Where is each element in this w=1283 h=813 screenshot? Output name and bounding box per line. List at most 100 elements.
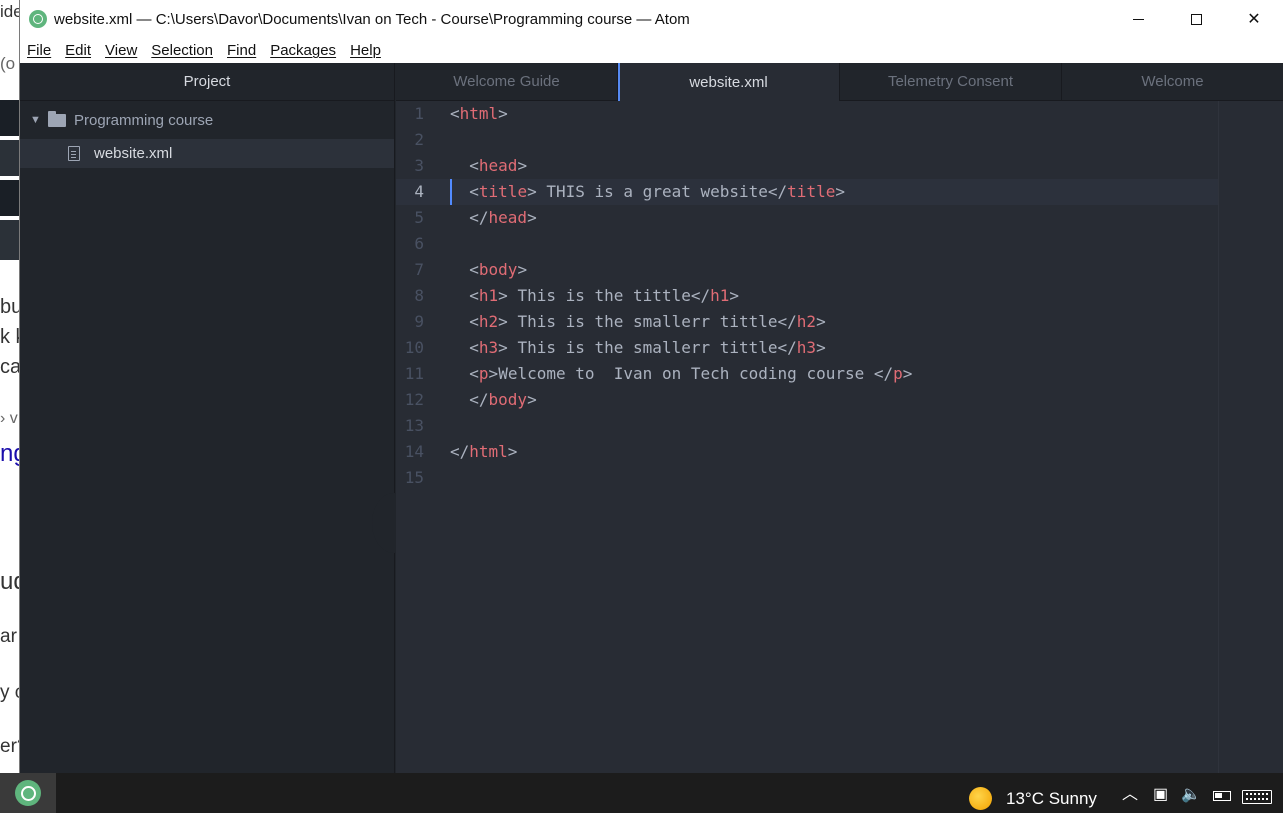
line-number: 8	[414, 286, 424, 305]
code-line[interactable]: 13	[396, 413, 1218, 439]
line-number: 4	[414, 182, 424, 201]
line-number: 5	[414, 208, 424, 227]
menu-help[interactable]: Help	[350, 42, 381, 59]
line-number: 2	[414, 130, 424, 149]
line-number: 13	[404, 416, 424, 435]
bg-text-fragment: ar	[0, 626, 17, 647]
maximize-button[interactable]	[1167, 0, 1225, 38]
menu-view[interactable]: View	[105, 42, 137, 59]
bg-text-fragment: cat	[0, 356, 19, 378]
code-line-text: <p>Welcome to Ivan on Tech coding course…	[469, 364, 913, 383]
atom-window: website.xml — C:\Users\Davor\Documents\I…	[19, 0, 1283, 773]
close-icon: ✕	[1247, 11, 1261, 28]
menu-bar: File Edit View Selection Find Packages H…	[20, 38, 1283, 63]
touch-keyboard-icon[interactable]	[1242, 790, 1272, 804]
bg-text-fragment: ide	[0, 2, 19, 21]
window-title: website.xml — C:\Users\Davor\Documents\I…	[54, 10, 690, 28]
battery-icon[interactable]	[1213, 791, 1231, 801]
file-text-icon	[68, 146, 80, 161]
code-line-text: <body>	[469, 260, 528, 279]
code-line[interactable]: 12 </body>	[396, 387, 1218, 413]
tab-website-xml[interactable]: website.xml	[618, 63, 840, 101]
code-line-text: <h3> This is the smallerr tittle</h3>	[469, 338, 826, 357]
code-line[interactable]: 6	[396, 231, 1218, 257]
bg-link-fragment[interactable]: ng	[0, 440, 19, 468]
line-number: 14	[404, 442, 424, 461]
bg-thumbnail	[0, 100, 19, 136]
code-line[interactable]: 3 <head>	[396, 153, 1218, 179]
volume-icon[interactable]: 🔈	[1181, 785, 1201, 805]
code-line[interactable]: 1 <html>	[396, 101, 1218, 127]
line-number: 12	[404, 390, 424, 409]
line-number: 7	[414, 260, 424, 279]
tab-telemetry-consent[interactable]: Telemetry Consent	[840, 63, 1062, 101]
bg-text-fragment: ud	[0, 568, 19, 595]
code-line-text: <h2> This is the smallerr tittle</h2>	[469, 312, 826, 331]
tree-view-header[interactable]: Project	[20, 63, 394, 101]
bg-thumbnail	[0, 180, 19, 216]
meet-now-icon[interactable]: ▣	[1153, 785, 1168, 805]
code-line[interactable]: 5 </head>	[396, 205, 1218, 231]
text-cursor	[450, 179, 452, 205]
code-editor[interactable]: 1 <html> 2 3 <head> 4 <title> THIS is a grea…	[396, 101, 1283, 773]
bg-text-fragment: › v	[0, 410, 18, 427]
line-number: 1	[414, 104, 424, 123]
line-number: 11	[404, 364, 424, 383]
code-line[interactable]: 10 <h3> This is the smallerr tittle</h3>	[396, 335, 1218, 361]
line-number: 15	[404, 468, 424, 487]
menu-find[interactable]: Find	[227, 42, 256, 59]
code-line-text: </head>	[469, 208, 537, 227]
code-line[interactable]: 2	[396, 127, 1218, 153]
bg-thumbnail	[0, 140, 19, 176]
bg-text-fragment: (o	[0, 54, 16, 73]
folder-icon	[48, 110, 66, 127]
code-line[interactable]: 9 <h2> This is the smallerr tittle</h2>	[396, 309, 1218, 335]
code-line-text: </html>	[450, 442, 518, 461]
minimize-icon	[1132, 18, 1144, 20]
tab-bar: Welcome Guide website.xml Telemetry Cons…	[396, 63, 1283, 101]
tree-folder-programming-course[interactable]: ▼ Programming course	[20, 106, 394, 134]
background-browser-page: ide (o bu k k cat › v ng ud ar y c er?	[0, 0, 19, 773]
bg-thumbnail	[0, 220, 19, 260]
menu-selection[interactable]: Selection	[151, 42, 213, 59]
editor-pane: Welcome Guide website.xml Telemetry Cons…	[396, 63, 1283, 773]
code-line-text: <title> THIS is a great website</title>	[469, 182, 845, 201]
tab-welcome[interactable]: Welcome	[1062, 63, 1283, 101]
menu-file[interactable]: File	[27, 42, 51, 59]
chevron-up-icon[interactable]: ︿	[1122, 785, 1138, 805]
line-number: 9	[414, 312, 424, 331]
tab-welcome-guide[interactable]: Welcome Guide	[396, 63, 618, 101]
code-line[interactable]: 4 <title> THIS is a great website</title…	[396, 179, 1218, 205]
code-line-text: <h1> This is the tittle</h1>	[469, 286, 740, 305]
bg-text-fragment: bu	[0, 296, 19, 318]
code-line[interactable]: 7 <body>	[396, 257, 1218, 283]
code-line[interactable]: 15	[396, 465, 1218, 491]
code-line[interactable]: 8 <h1> This is the tittle</h1>	[396, 283, 1218, 309]
bg-text-fragment: y c	[0, 682, 19, 703]
folder-label: Programming course	[74, 111, 214, 129]
weather-widget[interactable]: 13°C Sunny	[1006, 789, 1097, 809]
windows-taskbar: 13°C Sunny ︿ ▣ 🔈	[0, 773, 1283, 813]
line-number: 3	[414, 156, 424, 175]
code-line[interactable]: 14 </html>	[396, 439, 1218, 465]
code-line-text: <head>	[469, 156, 528, 175]
menu-packages[interactable]: Packages	[270, 42, 336, 59]
line-number: 6	[414, 234, 424, 253]
project-tree-view: Project ▼ Programming course website.xml	[20, 63, 395, 773]
menu-edit[interactable]: Edit	[65, 42, 91, 59]
code-line-text: <html>	[450, 104, 508, 123]
atom-logo-icon	[29, 10, 47, 28]
maximize-icon	[1190, 13, 1202, 25]
line-number: 10	[404, 338, 424, 357]
taskbar-atom-button[interactable]	[0, 773, 56, 813]
sun-icon[interactable]	[969, 787, 992, 810]
tree-file-website-xml[interactable]: website.xml	[20, 139, 394, 168]
code-line[interactable]: 11 <p>Welcome to Ivan on Tech coding cou…	[396, 361, 1218, 387]
minimize-button[interactable]	[1109, 0, 1167, 38]
bg-text-fragment: er?	[0, 736, 19, 757]
title-bar[interactable]: website.xml — C:\Users\Davor\Documents\I…	[20, 0, 1283, 38]
close-button[interactable]: ✕	[1225, 0, 1283, 38]
code-line-text: </body>	[469, 390, 537, 409]
atom-app-icon	[15, 780, 41, 806]
bg-text-fragment: k k	[0, 326, 19, 348]
